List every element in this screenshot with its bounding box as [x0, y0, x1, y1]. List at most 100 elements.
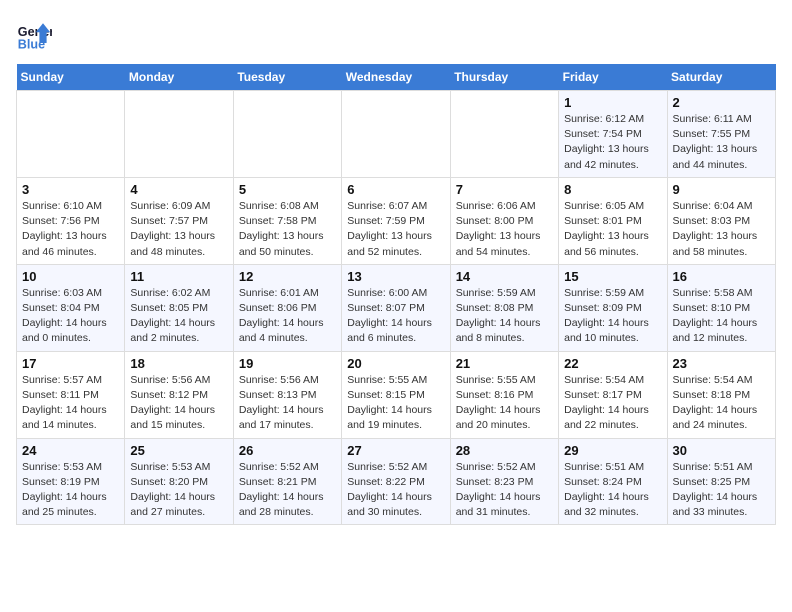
calendar-cell: 23 Sunrise: 5:54 AMSunset: 8:18 PMDayligh…	[667, 351, 775, 438]
day-number: 4	[130, 182, 227, 197]
day-info: Sunrise: 5:54 AMSunset: 8:18 PMDaylight:…	[673, 373, 770, 434]
day-number: 17	[22, 356, 119, 371]
calendar-week-row: 10Sunrise: 6:03 AMSunset: 8:04 PMDayligh…	[17, 264, 776, 351]
day-info: Sunrise: 6:10 AMSunset: 7:56 PMDaylight:…	[22, 199, 119, 260]
weekday-header: Tuesday	[233, 64, 341, 91]
calendar-cell: 29 Sunrise: 5:51 AMSunset: 8:24 PMDayligh…	[559, 438, 667, 525]
day-number: 14	[456, 269, 553, 284]
day-info: Sunrise: 5:54 AMSunset: 8:17 PMDaylight:…	[564, 373, 661, 434]
calendar-week-row: 24 Sunrise: 5:53 AMSunset: 8:19 PMDayligh…	[17, 438, 776, 525]
day-info: Sunrise: 5:59 AMSunset: 8:08 PMDaylight:…	[456, 286, 553, 347]
calendar-cell: 5 Sunrise: 6:08 AMSunset: 7:58 PMDaylight…	[233, 177, 341, 264]
day-number: 28	[456, 443, 553, 458]
calendar-cell: 28 Sunrise: 5:52 AMSunset: 8:23 PMDayligh…	[450, 438, 558, 525]
calendar-table: SundayMondayTuesdayWednesdayThursdayFrid…	[16, 64, 776, 525]
day-number: 20	[347, 356, 444, 371]
day-info: Sunrise: 6:09 AMSunset: 7:57 PMDaylight:…	[130, 199, 227, 260]
calendar-cell: 9 Sunrise: 6:04 AMSunset: 8:03 PMDaylight…	[667, 177, 775, 264]
day-number: 15	[564, 269, 661, 284]
day-number: 5	[239, 182, 336, 197]
calendar-cell: 13Sunrise: 6:00 AMSunset: 8:07 PMDayligh…	[342, 264, 450, 351]
calendar-cell	[342, 91, 450, 178]
day-number: 27	[347, 443, 444, 458]
day-info: Sunrise: 6:07 AMSunset: 7:59 PMDaylight:…	[347, 199, 444, 260]
day-number: 8	[564, 182, 661, 197]
calendar-cell: 19 Sunrise: 5:56 AMSunset: 8:13 PMDayligh…	[233, 351, 341, 438]
logo: General Blue	[16, 16, 56, 52]
weekday-header: Sunday	[17, 64, 125, 91]
day-number: 16	[673, 269, 770, 284]
calendar-cell: 8 Sunrise: 6:05 AMSunset: 8:01 PMDaylight…	[559, 177, 667, 264]
weekday-header: Thursday	[450, 64, 558, 91]
logo-icon: General Blue	[16, 16, 52, 52]
calendar-cell: 17 Sunrise: 5:57 AMSunset: 8:11 PMDayligh…	[17, 351, 125, 438]
calendar-cell	[125, 91, 233, 178]
day-info: Sunrise: 5:52 AMSunset: 8:23 PMDaylight:…	[456, 460, 553, 521]
day-info: Sunrise: 6:11 AMSunset: 7:55 PMDaylight:…	[673, 112, 770, 173]
calendar-cell: 14 Sunrise: 5:59 AMSunset: 8:08 PMDayligh…	[450, 264, 558, 351]
day-number: 6	[347, 182, 444, 197]
calendar-cell: 1 Sunrise: 6:12 AMSunset: 7:54 PMDaylight…	[559, 91, 667, 178]
day-info: Sunrise: 6:08 AMSunset: 7:58 PMDaylight:…	[239, 199, 336, 260]
calendar-cell: 21Sunrise: 5:55 AMSunset: 8:16 PMDayligh…	[450, 351, 558, 438]
calendar-cell: 30Sunrise: 5:51 AMSunset: 8:25 PMDayligh…	[667, 438, 775, 525]
day-info: Sunrise: 6:02 AMSunset: 8:05 PMDaylight:…	[130, 286, 227, 347]
day-info: Sunrise: 5:55 AMSunset: 8:15 PMDaylight:…	[347, 373, 444, 434]
calendar-cell	[450, 91, 558, 178]
weekday-header: Monday	[125, 64, 233, 91]
day-number: 29	[564, 443, 661, 458]
day-number: 7	[456, 182, 553, 197]
day-number: 19	[239, 356, 336, 371]
calendar-header-row: SundayMondayTuesdayWednesdayThursdayFrid…	[17, 64, 776, 91]
weekday-header: Wednesday	[342, 64, 450, 91]
day-info: Sunrise: 5:56 AMSunset: 8:12 PMDaylight:…	[130, 373, 227, 434]
day-number: 9	[673, 182, 770, 197]
day-info: Sunrise: 5:56 AMSunset: 8:13 PMDaylight:…	[239, 373, 336, 434]
day-number: 22	[564, 356, 661, 371]
day-info: Sunrise: 5:53 AMSunset: 8:20 PMDaylight:…	[130, 460, 227, 521]
calendar-cell	[233, 91, 341, 178]
day-number: 18	[130, 356, 227, 371]
calendar-week-row: 1 Sunrise: 6:12 AMSunset: 7:54 PMDaylight…	[17, 91, 776, 178]
calendar-cell: 16 Sunrise: 5:58 AMSunset: 8:10 PMDayligh…	[667, 264, 775, 351]
day-info: Sunrise: 5:55 AMSunset: 8:16 PMDaylight:…	[456, 373, 553, 434]
day-info: Sunrise: 5:51 AMSunset: 8:24 PMDaylight:…	[564, 460, 661, 521]
day-info: Sunrise: 5:52 AMSunset: 8:21 PMDaylight:…	[239, 460, 336, 521]
calendar-cell: 26 Sunrise: 5:52 AMSunset: 8:21 PMDayligh…	[233, 438, 341, 525]
calendar-week-row: 17 Sunrise: 5:57 AMSunset: 8:11 PMDayligh…	[17, 351, 776, 438]
calendar-cell	[17, 91, 125, 178]
day-number: 24	[22, 443, 119, 458]
day-info: Sunrise: 5:57 AMSunset: 8:11 PMDaylight:…	[22, 373, 119, 434]
day-info: Sunrise: 6:12 AMSunset: 7:54 PMDaylight:…	[564, 112, 661, 173]
day-info: Sunrise: 5:52 AMSunset: 8:22 PMDaylight:…	[347, 460, 444, 521]
day-number: 10	[22, 269, 119, 284]
calendar-cell: 20 Sunrise: 5:55 AMSunset: 8:15 PMDayligh…	[342, 351, 450, 438]
weekday-header: Saturday	[667, 64, 775, 91]
weekday-header: Friday	[559, 64, 667, 91]
day-info: Sunrise: 6:04 AMSunset: 8:03 PMDaylight:…	[673, 199, 770, 260]
day-number: 23	[673, 356, 770, 371]
calendar-cell: 12Sunrise: 6:01 AMSunset: 8:06 PMDayligh…	[233, 264, 341, 351]
calendar-cell: 2 Sunrise: 6:11 AMSunset: 7:55 PMDaylight…	[667, 91, 775, 178]
day-info: Sunrise: 5:58 AMSunset: 8:10 PMDaylight:…	[673, 286, 770, 347]
day-info: Sunrise: 6:05 AMSunset: 8:01 PMDaylight:…	[564, 199, 661, 260]
day-number: 1	[564, 95, 661, 110]
day-number: 11	[130, 269, 227, 284]
day-number: 3	[22, 182, 119, 197]
day-info: Sunrise: 5:53 AMSunset: 8:19 PMDaylight:…	[22, 460, 119, 521]
calendar-cell: 27 Sunrise: 5:52 AMSunset: 8:22 PMDayligh…	[342, 438, 450, 525]
day-info: Sunrise: 6:06 AMSunset: 8:00 PMDaylight:…	[456, 199, 553, 260]
calendar-cell: 4 Sunrise: 6:09 AMSunset: 7:57 PMDaylight…	[125, 177, 233, 264]
day-info: Sunrise: 5:59 AMSunset: 8:09 PMDaylight:…	[564, 286, 661, 347]
page-header: General Blue	[16, 16, 776, 52]
day-info: Sunrise: 6:01 AMSunset: 8:06 PMDaylight:…	[239, 286, 336, 347]
day-number: 2	[673, 95, 770, 110]
calendar-cell: 24 Sunrise: 5:53 AMSunset: 8:19 PMDayligh…	[17, 438, 125, 525]
calendar-cell: 11 Sunrise: 6:02 AMSunset: 8:05 PMDayligh…	[125, 264, 233, 351]
calendar-cell: 18 Sunrise: 5:56 AMSunset: 8:12 PMDayligh…	[125, 351, 233, 438]
day-info: Sunrise: 6:00 AMSunset: 8:07 PMDaylight:…	[347, 286, 444, 347]
calendar-cell: 6 Sunrise: 6:07 AMSunset: 7:59 PMDaylight…	[342, 177, 450, 264]
calendar-cell: 25Sunrise: 5:53 AMSunset: 8:20 PMDayligh…	[125, 438, 233, 525]
day-info: Sunrise: 5:51 AMSunset: 8:25 PMDaylight:…	[673, 460, 770, 521]
day-number: 26	[239, 443, 336, 458]
